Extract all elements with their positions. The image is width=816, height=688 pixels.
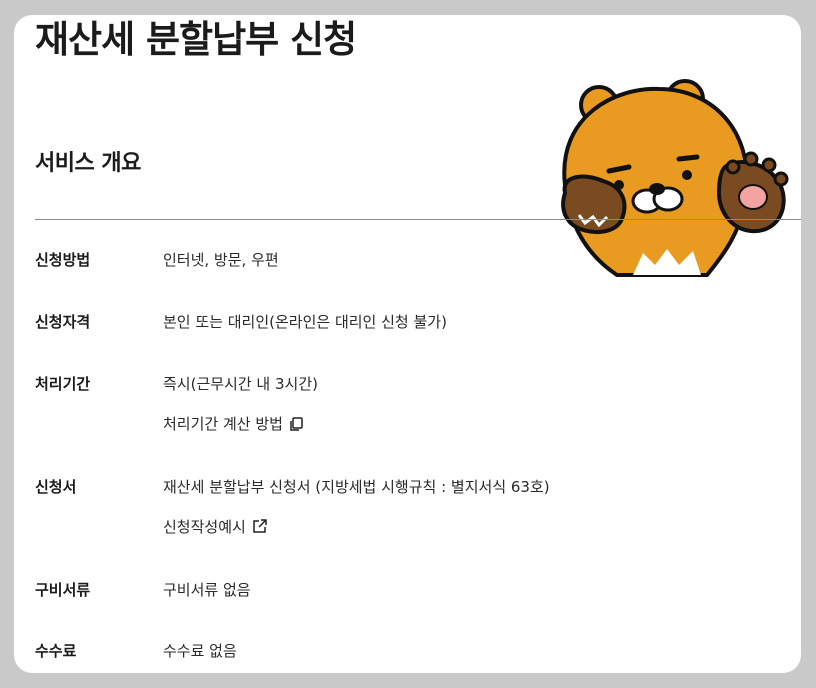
copy-icon [290, 416, 303, 431]
service-card: 재산세 분할납부 신청 서비스 개요 신청방법 인터넷, 방문, 우편 신청자격… [14, 15, 801, 673]
row-value-eligibility: 본인 또는 대리인(온라인은 대리인 신청 불가) [163, 313, 447, 331]
row-value-required-docs: 구비서류 없음 [163, 581, 251, 599]
processing-period-calc-link-label: 처리기간 계산 방법 [163, 415, 283, 433]
row-value-fee: 수수료 없음 [163, 642, 237, 660]
section-divider [35, 219, 801, 220]
external-link-icon [253, 519, 267, 533]
application-example-link-label: 신청작성예시 [163, 518, 246, 536]
application-example-link[interactable]: 신청작성예시 [163, 516, 268, 537]
processing-period-calc-link[interactable]: 처리기간 계산 방법 [163, 413, 304, 434]
section-title: 서비스 개요 [35, 151, 141, 176]
page-title: 재산세 분할납부 신청 [35, 18, 357, 61]
row-label-processing-period: 처리기간 [35, 375, 91, 393]
row-label-fee: 수수료 [35, 642, 77, 660]
row-label-required-docs: 구비서류 [35, 581, 91, 599]
ryan-mascot-icon [561, 79, 789, 277]
row-value-processing-period: 즉시(근무시간 내 3시간) [163, 375, 318, 393]
row-value-application-form: 재산세 분할납부 신청서 (지방세법 시행규칙 : 별지서식 63호) [163, 478, 550, 496]
row-label-application-form: 신청서 [35, 478, 77, 496]
row-label-eligibility: 신청자격 [35, 313, 91, 331]
row-value-method: 인터넷, 방문, 우편 [163, 251, 279, 269]
row-label-method: 신청방법 [35, 251, 91, 269]
